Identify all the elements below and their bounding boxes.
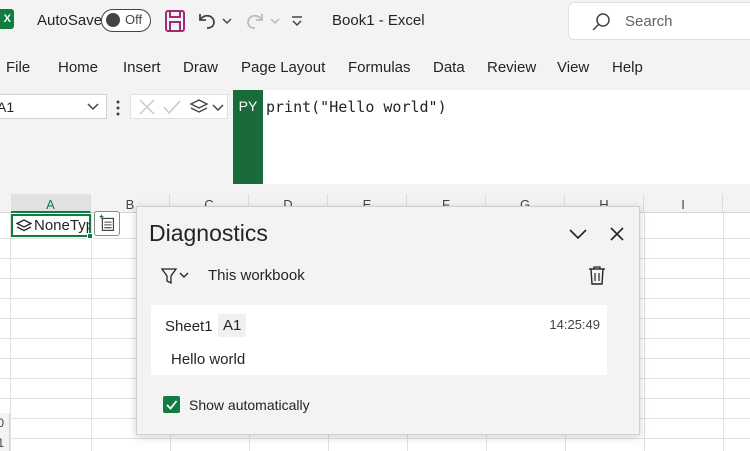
tab-draw[interactable]: Draw [183,59,218,76]
formula-bar: A1 PY print("Hello world") [0,90,750,186]
search-placeholder: Search [625,13,673,30]
search-icon [592,13,610,31]
entry-message: Hello world [171,351,246,368]
checkmark-icon[interactable] [162,98,182,116]
chevron-down-icon[interactable] [211,98,225,116]
gridline [10,213,11,451]
name-box-value: A1 [0,99,15,115]
gridline [0,438,750,439]
cell-a1[interactable]: NoneType [11,214,91,237]
filter-icon[interactable] [161,267,191,285]
scope-label[interactable]: This workbook [208,267,305,284]
entry-cell-ref[interactable]: A1 [218,314,247,337]
title-bar: X AutoSave Off Book1 - Excel Search [0,0,750,44]
undo-dropdown-icon[interactable] [221,8,233,34]
gridline [723,213,724,451]
tab-review[interactable]: Review [487,59,536,76]
autosave-label: AutoSave [37,12,103,29]
ribbon-tabs: File Home Insert Draw Page Layout Formul… [0,44,750,90]
show-automatically-label[interactable]: Show automatically [189,397,310,413]
autosave-state: Off [125,12,143,27]
python-badge: PY [233,90,263,184]
diagnostics-title: Diagnostics [149,220,268,246]
tab-formulas[interactable]: Formulas [348,59,411,76]
cancel-x-icon[interactable] [137,98,157,116]
column-header-a[interactable]: A [11,194,91,213]
row-header[interactable]: 0 [0,413,10,433]
tab-insert[interactable]: Insert [123,59,161,76]
row-header[interactable]: 1 [0,433,10,451]
trash-icon[interactable] [588,265,606,285]
tab-home[interactable]: Home [58,59,98,76]
undo-icon[interactable] [195,8,219,34]
save-icon[interactable] [163,8,187,34]
gridline [644,213,645,451]
entry-timestamp: 14:25:49 [549,317,600,332]
redo-dropdown-icon[interactable] [269,8,281,34]
diagnostic-entry[interactable]: Sheet1 A1 14:25:49 Hello world [151,305,607,375]
autosave-toggle[interactable]: Off [101,9,151,32]
tab-data[interactable]: Data [433,59,465,76]
formula-text[interactable]: print("Hello world") [266,98,447,116]
tab-view[interactable]: View [557,59,589,76]
chevron-down-icon[interactable] [87,102,99,112]
row-header-label: 0 [0,416,4,430]
gridline [91,213,92,451]
toggle-knob [106,13,120,27]
fill-handle[interactable] [87,233,93,239]
name-box[interactable]: A1 [0,94,107,119]
insert-data-card-icon[interactable] [94,211,120,236]
diagnostics-pane: Diagnostics This workbook Sheet1 A1 14:2… [136,206,640,435]
tab-page-layout[interactable]: Page Layout [241,59,325,76]
formula-buttons [130,94,228,119]
search-box[interactable]: Search [568,2,750,40]
row-header-label: 1 [0,436,4,450]
document-title: Book1 - Excel [332,12,425,29]
tab-file[interactable]: File [6,59,30,76]
customize-qat-icon[interactable] [290,8,304,34]
close-icon[interactable] [609,226,625,242]
formula-input[interactable]: PY print("Hello world") [233,90,750,184]
show-automatically-checkbox[interactable] [163,396,180,413]
tab-help[interactable]: Help [612,59,643,76]
python-output-type-icon[interactable] [189,98,209,116]
cell-a1-value: NoneType [34,217,89,234]
redo-icon[interactable] [243,8,267,34]
more-options-icon[interactable] [115,100,121,116]
entry-sheet: Sheet1 [165,318,213,335]
column-header-i[interactable]: I [644,194,723,213]
python-object-icon[interactable] [16,219,32,233]
chevron-down-icon[interactable] [569,228,587,240]
excel-icon[interactable]: X [0,9,14,29]
